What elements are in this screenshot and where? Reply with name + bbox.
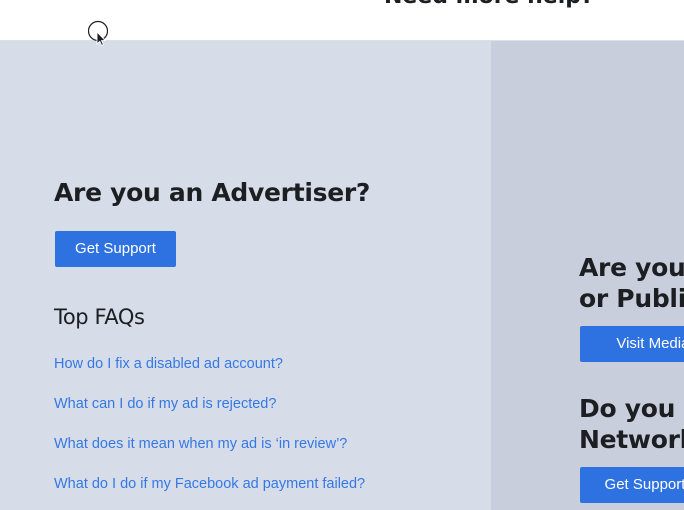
top-faqs-title: Top FAQs <box>54 305 145 329</box>
need-more-help-heading: Need more help? <box>384 0 594 9</box>
mouse-pointer-icon <box>88 20 108 46</box>
faq-link-payment-failed[interactable]: What do I do if my Facebook ad payment f… <box>54 476 365 492</box>
audience-network-heading: Do you u Network <box>579 393 684 455</box>
audience-network-get-support-button[interactable]: Get Support <box>580 467 684 503</box>
faq-link-ad-rejected[interactable]: What can I do if my ad is rejected? <box>54 396 276 412</box>
publisher-heading-line-2: or Publi <box>579 284 684 313</box>
advertiser-panel: Are you an Advertiser? Get Support Top F… <box>0 41 491 510</box>
advertiser-heading: Are you an Advertiser? <box>54 178 371 207</box>
faq-item: What does it mean when my ad is ‘in revi… <box>54 435 365 475</box>
publisher-panel: Are you or Publi Visit Media S Do you u … <box>491 41 684 510</box>
faq-link-disabled-account[interactable]: How do I fix a disabled ad account? <box>54 356 283 372</box>
publisher-heading: Are you or Publi <box>579 252 684 314</box>
faq-list: How do I fix a disabled ad account? What… <box>54 355 365 510</box>
faq-item: What do I do if my Facebook ad payment f… <box>54 475 365 510</box>
visit-media-button[interactable]: Visit Media S <box>580 326 684 362</box>
advertiser-get-support-button[interactable]: Get Support <box>55 231 176 267</box>
audience-network-heading-line-1: Do you u <box>579 394 684 423</box>
publisher-heading-line-1: Are you <box>579 253 684 282</box>
faq-item: What can I do if my ad is rejected? <box>54 395 365 435</box>
audience-network-heading-line-2: Network <box>579 425 684 454</box>
faq-item: How do I fix a disabled ad account? <box>54 355 365 395</box>
faq-link-in-review[interactable]: What does it mean when my ad is ‘in revi… <box>54 436 347 452</box>
